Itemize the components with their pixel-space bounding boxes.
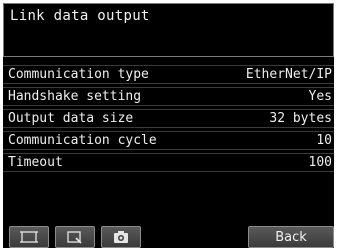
back-button[interactable]: Back [248,226,334,248]
settings-list: Communication type EtherNet/IP Handshake… [3,65,334,175]
row-timeout[interactable]: Timeout 100 [3,153,334,172]
row-label: Communication type [8,67,149,82]
row-label: Handshake setting [8,89,142,104]
capture-button[interactable] [101,226,141,248]
row-value: EtherNet/IP [245,67,332,82]
row-value: 100 [308,155,332,170]
page-title-text: Link data output [10,8,150,24]
row-label: Timeout [8,155,63,170]
row-communication-cycle[interactable]: Communication cycle 10 [3,131,334,150]
zoom-window-button[interactable] [55,226,95,248]
row-label: Communication cycle [8,133,157,148]
zoom-window-icon [65,230,85,244]
fit-frame-icon [19,230,39,244]
page-title: Link data output [3,3,334,57]
row-label: Output data size [8,111,134,126]
camera-icon [111,230,131,244]
bottom-toolbar: Back [3,226,334,248]
back-button-label: Back [275,229,307,245]
row-value: Yes [308,89,332,104]
screen: Link data output Communication type Ethe… [3,3,334,248]
row-value: 10 [316,133,332,148]
row-communication-type[interactable]: Communication type EtherNet/IP [3,65,334,84]
row-output-data-size[interactable]: Output data size 32 bytes [3,109,334,128]
row-value: 32 bytes [269,111,332,126]
row-handshake-setting[interactable]: Handshake setting Yes [3,87,334,106]
fit-frame-button[interactable] [9,226,49,248]
